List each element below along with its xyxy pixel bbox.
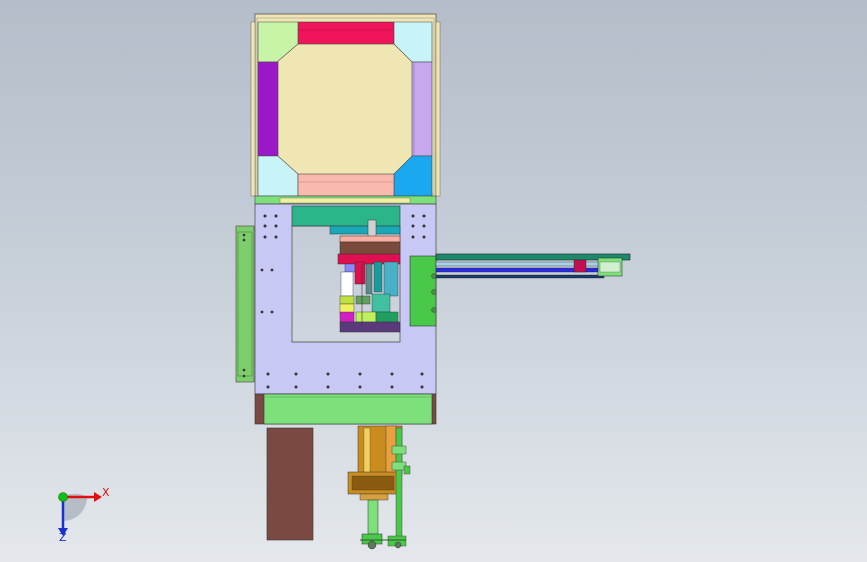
frame-left-post <box>257 61 279 157</box>
coordinate-triad <box>58 492 102 536</box>
support-column <box>266 427 314 541</box>
base-block <box>254 393 437 425</box>
left-side-rail <box>235 225 255 383</box>
frame-bottom-bar <box>297 173 395 197</box>
frame-right-post <box>411 61 433 157</box>
cylinder-assembly <box>347 425 411 550</box>
right-side-assembly <box>409 253 631 327</box>
frame-top-bar <box>297 21 395 45</box>
cad-viewport[interactable]: X Z <box>0 0 867 562</box>
central-mechanism <box>329 219 401 333</box>
frame-base-strip <box>254 195 437 205</box>
z-axis-label: Z <box>59 531 67 544</box>
cad-assembly-model[interactable] <box>0 0 867 562</box>
top-frame <box>250 13 441 197</box>
x-axis-label: X <box>102 486 110 499</box>
